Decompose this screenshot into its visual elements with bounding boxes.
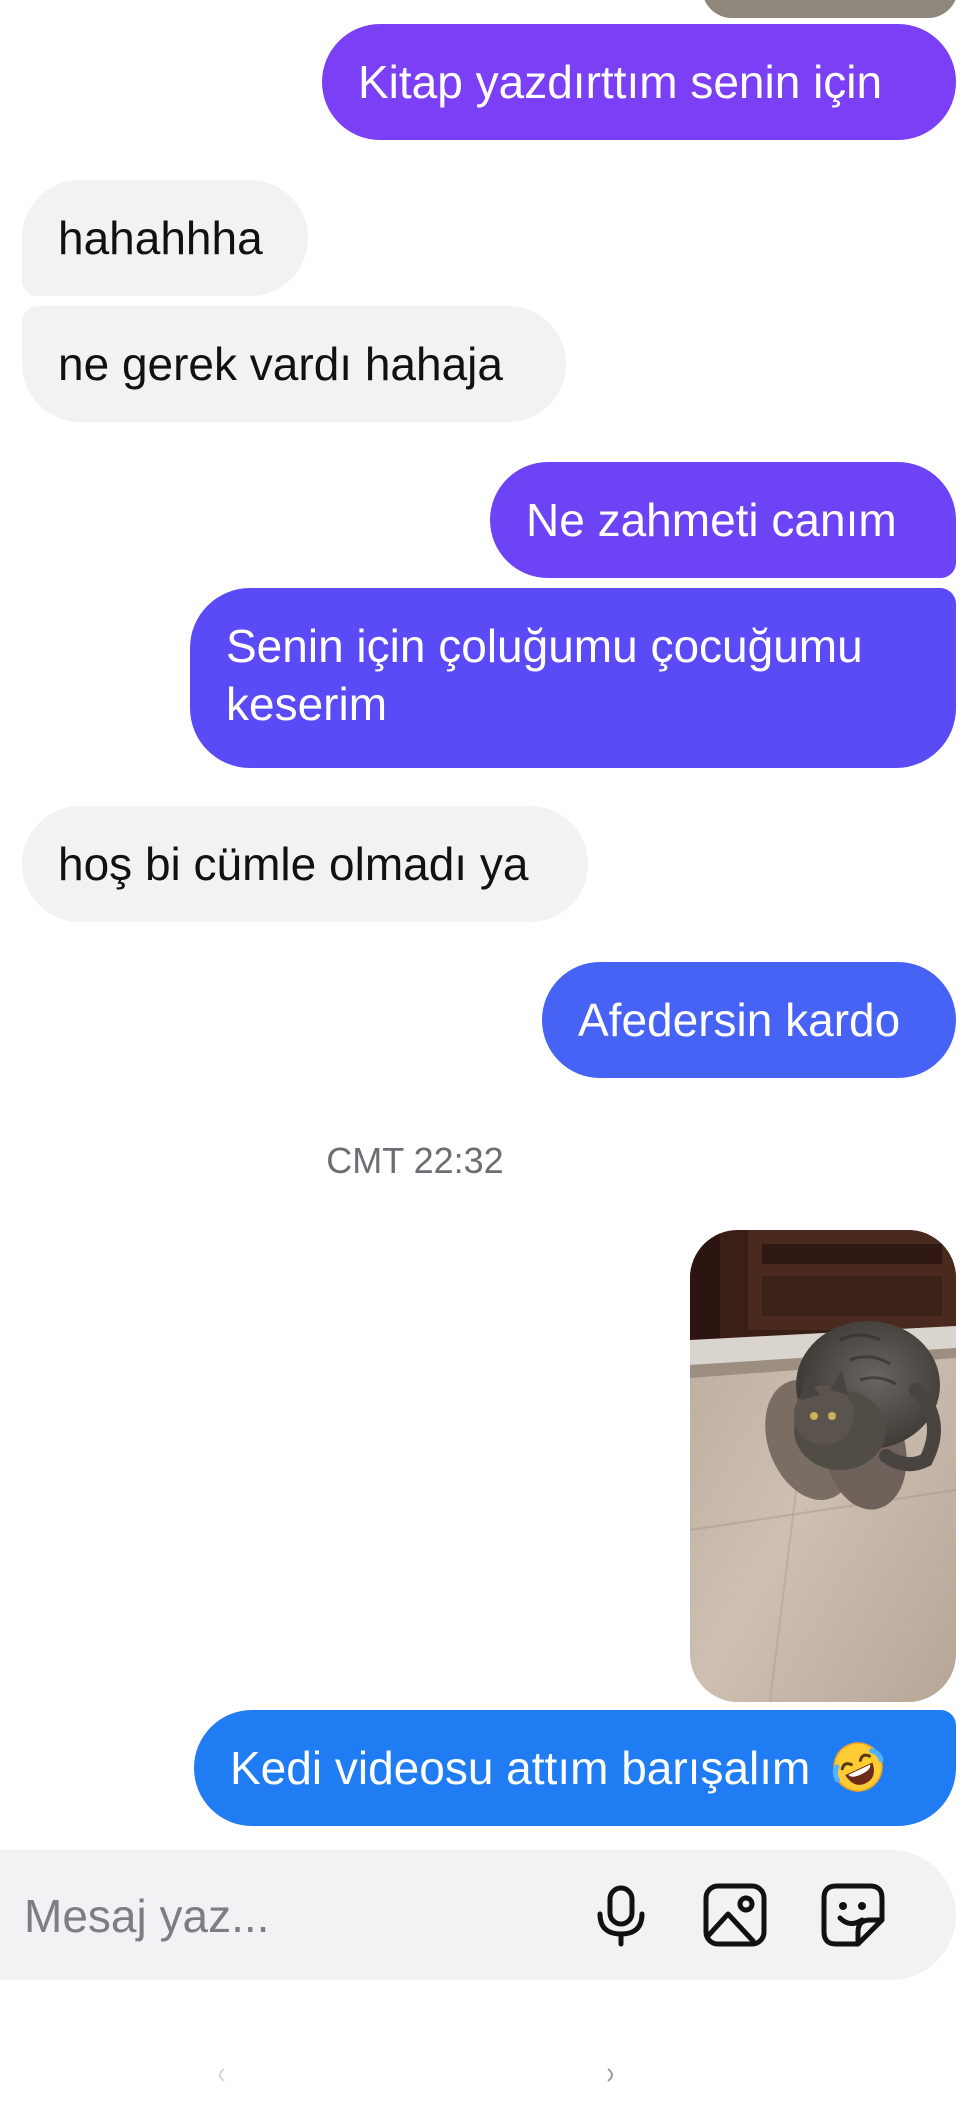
previous-media-bottom-edge[interactable] bbox=[702, 0, 958, 18]
video-message[interactable] bbox=[690, 1230, 956, 1702]
cat-video-thumbnail bbox=[690, 1230, 956, 1702]
incoming-message[interactable]: hahahhha bbox=[22, 180, 308, 296]
outgoing-message[interactable]: Ne zahmeti canım bbox=[490, 462, 956, 578]
sticker-icon[interactable] bbox=[816, 1878, 890, 1952]
outgoing-message[interactable]: Kedi videosu attım barışalım bbox=[194, 1710, 956, 1826]
message-text: hahahhha bbox=[58, 212, 263, 264]
rolling-on-floor-laughing-emoji bbox=[832, 1742, 884, 1792]
left-indicator-icon bbox=[219, 2068, 225, 2082]
right-indicator-icon bbox=[607, 2068, 613, 2082]
message-text: Kedi videosu attım barışalım bbox=[230, 1742, 811, 1794]
message-text: Kitap yazdırttım senin için bbox=[358, 56, 883, 108]
message-text-line: Senin için çoluğumu çocuğumu bbox=[226, 620, 863, 672]
message-text-line: keserim bbox=[226, 678, 388, 730]
message-text: ne gerek vardı hahaja bbox=[58, 338, 503, 390]
outgoing-message[interactable]: Kitap yazdırttım senin için bbox=[322, 24, 956, 140]
message-input[interactable]: Mesaj yaz... bbox=[24, 1890, 269, 1942]
message-text: Ne zahmeti canım bbox=[526, 494, 897, 546]
message-composer[interactable]: Mesaj yaz... bbox=[0, 1850, 956, 1980]
message-timestamp: CMT 22:32 bbox=[326, 1140, 504, 1181]
image-icon[interactable] bbox=[698, 1878, 772, 1952]
outgoing-message[interactable]: Afedersin kardo bbox=[542, 962, 956, 1078]
incoming-message[interactable]: hoş bi cümle olmadı ya bbox=[22, 806, 588, 922]
outgoing-message[interactable]: Senin için çoluğumu çocuğumu keserim bbox=[190, 588, 956, 768]
message-text: Afedersin kardo bbox=[578, 994, 901, 1046]
incoming-message[interactable]: ne gerek vardı hahaja bbox=[22, 306, 566, 422]
microphone-icon[interactable] bbox=[584, 1878, 658, 1952]
message-text: hoş bi cümle olmadı ya bbox=[58, 838, 529, 890]
